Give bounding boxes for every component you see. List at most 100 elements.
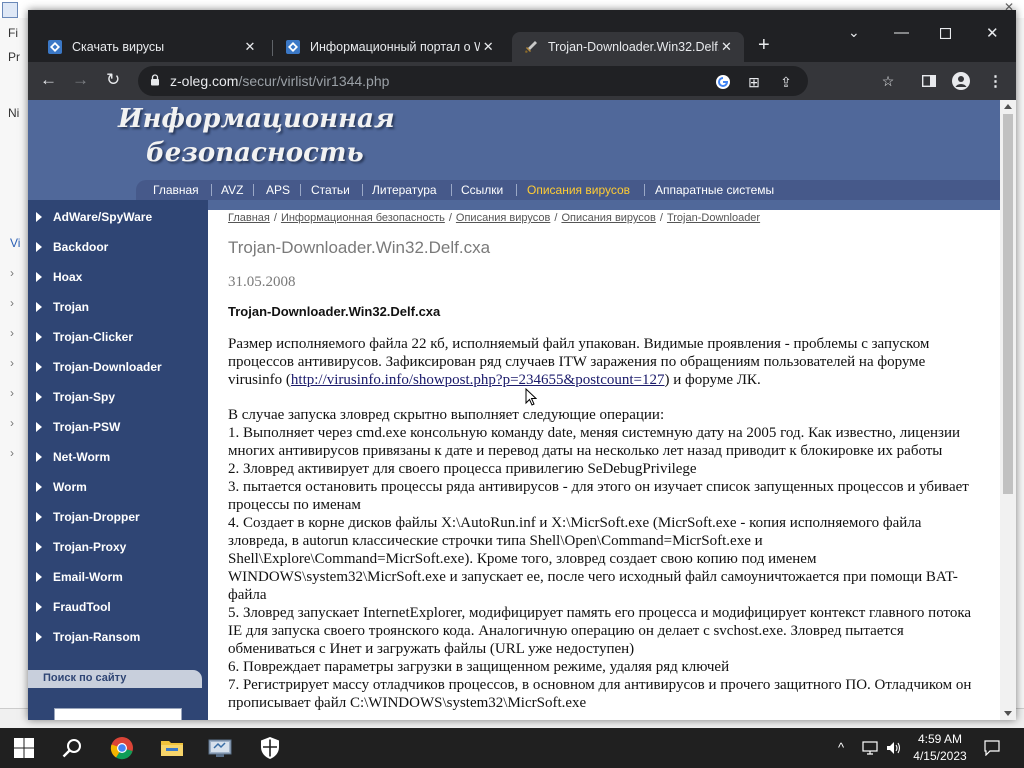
clock-date: 4/15/2023 — [913, 749, 967, 763]
notifications-icon[interactable] — [984, 740, 1000, 756]
triangle-right-icon — [36, 302, 42, 312]
article-heading: Trojan-Downloader.Win32.Delf.cxa — [228, 304, 441, 319]
intro-paragraph: Размер исполняемого файла 22 кб, исполня… — [228, 335, 973, 389]
nav-separator — [211, 184, 212, 196]
nav-links[interactable]: Ссылки — [461, 183, 503, 197]
sidebar-item-label: Worm — [53, 480, 87, 494]
volume-icon[interactable] — [886, 741, 902, 755]
sidebar-item-backdoor[interactable]: Backdoor — [28, 232, 208, 262]
url-text[interactable]: z-oleg.com/secur/virlist/vir1344.php — [170, 73, 389, 89]
vertical-scrollbar[interactable] — [1000, 100, 1016, 720]
virusinfo-link[interactable]: http://virusinfo.info/showpost.php?p=234… — [291, 372, 665, 388]
scrollbar-thumb[interactable] — [1003, 114, 1013, 494]
bookmark-star-icon[interactable]: ☆ — [880, 73, 896, 89]
intro-text-end: ) и форуме ЛК. — [664, 372, 761, 388]
maximize-icon[interactable] — [940, 28, 951, 39]
clock-time: 4:59 AM — [917, 732, 963, 746]
google-lens-icon[interactable] — [715, 74, 731, 90]
kebab-menu-icon[interactable]: ⋮ — [988, 72, 1003, 90]
breadcrumb-link[interactable]: Описания вирусов — [456, 212, 550, 224]
new-tab-button[interactable]: + — [758, 34, 770, 57]
sidebar-item-trojan[interactable]: Trojan — [28, 292, 208, 322]
breadcrumb-link[interactable]: Trojan-Downloader — [667, 212, 760, 224]
breadcrumb-link[interactable]: Главная — [228, 212, 270, 224]
tab-download-viruses[interactable]: Скачать вирусы ✕ — [36, 32, 268, 62]
sidebar-item-worm[interactable]: Worm — [28, 472, 208, 502]
sidebar-item-label: Trojan-Spy — [53, 390, 116, 404]
lock-icon[interactable] — [150, 74, 160, 86]
profile-avatar-icon[interactable] — [952, 72, 970, 90]
triangle-right-icon — [36, 332, 42, 342]
minimize-icon[interactable]: — — [894, 24, 909, 41]
sidebar-item-trojan-spy[interactable]: Trojan-Spy — [28, 382, 208, 412]
nav-aps[interactable]: APS — [266, 183, 290, 197]
file-explorer-icon[interactable] — [160, 736, 184, 760]
tab-trojan-downloader[interactable]: Trojan-Downloader.Win32.Delf.c ✕ — [512, 32, 744, 62]
close-window-icon[interactable]: ✕ — [986, 24, 999, 42]
sidebar-item-trojan-proxy[interactable]: Trojan-Proxy — [28, 532, 208, 562]
close-tab-icon[interactable]: ✕ — [242, 39, 258, 55]
tab-label: Trojan-Downloader.Win32.Delf.c — [548, 40, 719, 54]
triangle-right-icon — [36, 272, 42, 282]
address-bar[interactable]: z-oleg.com/secur/virlist/vir1344.php ⊞ ⇪ — [138, 66, 808, 96]
breadcrumb-link[interactable]: Описания вирусов — [561, 212, 655, 224]
operation-item: 1. Выполняет через cmd.exe консольную ко… — [228, 425, 961, 459]
system-clock[interactable]: 4:59 AM 4/15/2023 — [908, 731, 972, 765]
search-icon[interactable] — [60, 736, 84, 760]
tab-label: Информационный портал о W — [310, 40, 481, 54]
sidebar-item-trojan-psw[interactable]: Trojan-PSW — [28, 412, 208, 442]
windows-start-icon[interactable] — [12, 736, 36, 760]
nav-virus-descriptions[interactable]: Описания вирусов — [527, 183, 630, 197]
windows-security-shield-icon[interactable] — [258, 736, 282, 760]
scroll-up-icon[interactable] — [1004, 104, 1012, 109]
back-icon[interactable]: ← — [40, 70, 57, 90]
scroll-down-icon[interactable] — [1004, 711, 1012, 716]
tab-search-chevron-icon[interactable]: ⌄ — [848, 24, 860, 41]
bg-fragment: Ni — [8, 106, 20, 120]
site-logo-line2[interactable]: безопасность — [146, 138, 364, 168]
blue-diamond-favicon-icon — [286, 40, 300, 54]
tab-strip: Скачать вирусы ✕ Информационный портал о… — [28, 10, 1016, 62]
operation-item: 5. Зловред запускает InternetExplorer, м… — [228, 605, 972, 657]
sidebar-item-trojan-ransom[interactable]: Trojan-Ransom — [28, 622, 208, 652]
remote-desktop-icon[interactable] — [208, 736, 232, 760]
reload-icon[interactable]: ↻ — [106, 70, 120, 90]
sidebar-item-trojan-clicker[interactable]: Trojan-Clicker — [28, 322, 208, 352]
sidebar-item-trojan-downloader[interactable]: Trojan-Downloader — [28, 352, 208, 382]
forward-icon[interactable]: → — [72, 70, 89, 90]
share-icon[interactable]: ⇪ — [778, 74, 794, 90]
sidebar-item-label: Hoax — [53, 270, 83, 284]
triangle-right-icon — [36, 452, 42, 462]
page-title: Trojan-Downloader.Win32.Delf.cxa — [228, 238, 491, 257]
show-hidden-icons-chevron-icon[interactable]: ^ — [838, 740, 844, 755]
bg-fragment: Fi — [8, 26, 18, 40]
sidebar-item-adware-spyware[interactable]: AdWare/SpyWare — [28, 202, 208, 232]
sidebar-item-label: Trojan-PSW — [53, 420, 121, 434]
triangle-right-icon — [36, 632, 42, 642]
network-icon[interactable] — [862, 741, 880, 755]
side-panel-icon[interactable] — [922, 75, 936, 87]
sidebar-item-trojan-dropper[interactable]: Trojan-Dropper — [28, 502, 208, 532]
nav-main[interactable]: Главная — [153, 183, 199, 197]
sidebar-item-email-worm[interactable]: Email-Worm — [28, 562, 208, 592]
close-tab-icon[interactable]: ✕ — [719, 39, 734, 55]
close-tab-icon[interactable]: ✕ — [480, 39, 496, 55]
sidebar-item-net-worm[interactable]: Net-Worm — [28, 442, 208, 472]
mouse-cursor-icon — [525, 388, 537, 406]
sidebar-item-hoax[interactable]: Hoax — [28, 262, 208, 292]
nav-avz[interactable]: AVZ — [221, 183, 243, 197]
nav-hardware-systems[interactable]: Аппаратные системы — [655, 183, 774, 197]
nav-articles[interactable]: Статьи — [311, 183, 350, 197]
sidebar-item-label: Trojan-Downloader — [53, 360, 162, 374]
triangle-right-icon — [36, 542, 42, 552]
translate-icon[interactable]: ⊞ — [746, 74, 762, 90]
sidebar-item-label: Trojan-Ransom — [53, 630, 141, 644]
sidebar-item-fraudtool[interactable]: FraudTool — [28, 592, 208, 622]
breadcrumb-link[interactable]: Информационная безопасность — [281, 212, 445, 224]
site-logo-line1[interactable]: Информационная — [118, 104, 395, 134]
site-search-input[interactable] — [54, 708, 182, 720]
chrome-icon[interactable] — [110, 736, 134, 760]
browser-window: Скачать вирусы ✕ Информационный портал о… — [28, 10, 1016, 720]
nav-literature[interactable]: Литература — [372, 183, 437, 197]
tab-info-portal[interactable]: Информационный портал о W ✕ — [274, 32, 506, 62]
